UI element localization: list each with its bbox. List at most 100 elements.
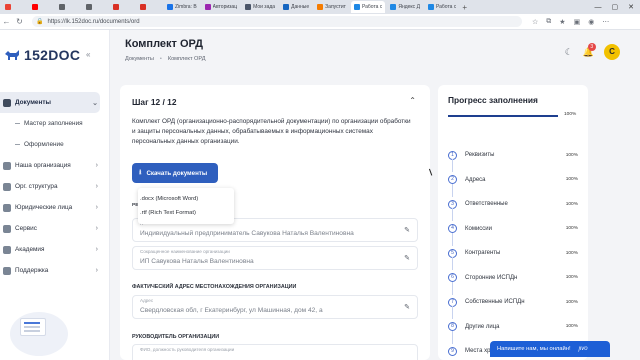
reload-icon[interactable]: ↻ <box>13 17 26 26</box>
breadcrumb-documents[interactable]: Документы <box>125 56 154 62</box>
tab-favicon-icon <box>140 4 146 10</box>
tab-label: Мои зада <box>253 4 276 10</box>
download-label: Скачать документы <box>146 169 208 177</box>
sidebar-item[interactable]: Академия › <box>0 239 100 260</box>
chat-widget[interactable]: Напишите нам, мы онлайн! jivo <box>490 341 610 357</box>
field-label: Адрес <box>140 298 154 303</box>
breadcrumb: Документы • Комплект ОРД <box>125 56 206 62</box>
favorites-icon[interactable]: ★ <box>559 18 565 26</box>
tab-favicon-icon <box>204 4 211 10</box>
progress-item-percent: 100% <box>565 152 578 158</box>
progress-item[interactable]: 7 Собственные ИСПДн 100% <box>448 290 578 319</box>
avatar[interactable]: С <box>604 44 620 60</box>
star-icon[interactable]: ☆ <box>532 18 538 26</box>
sidebar-item-label: Академия <box>15 246 45 253</box>
progress-item-percent: 100% <box>565 299 578 305</box>
tab-favicon-icon <box>390 4 397 10</box>
more-icon[interactable]: ⋯ <box>602 18 609 26</box>
address-field[interactable]: Адрес Свердловская обл, г Екатеринбург, … <box>132 295 418 319</box>
progress-item[interactable]: 1 Реквизиты 100% <box>448 143 578 172</box>
menu-item-rtf[interactable]: .rtf (Rich Text Format) <box>138 206 234 220</box>
menu-item-docx[interactable]: .docx (Microsoft Word) <box>138 192 234 206</box>
menu-icon <box>3 224 11 233</box>
sidebar-item[interactable]: Наша организация › <box>0 155 100 176</box>
sidebar-item[interactable]: Юридические лица › <box>0 197 100 218</box>
sidebar-item-label: Оформление <box>24 141 64 148</box>
chevron-right-icon: › <box>95 246 98 253</box>
sidebar-item[interactable]: Орг. структура › <box>0 176 100 197</box>
bell-icon[interactable]: 🔔 3 <box>583 42 596 58</box>
browser-tab[interactable]: Мои зада <box>242 1 278 13</box>
chevron-up-icon[interactable]: ⌃ <box>409 96 416 105</box>
sidebar-item-label: Поддержка <box>15 267 49 274</box>
sidebar-item[interactable]: Поддержка › <box>0 260 100 281</box>
progress-item-label: Адреса <box>465 176 486 183</box>
close-icon[interactable]: ✕ <box>628 3 634 11</box>
browser-tab[interactable]: Работа с <box>350 1 386 13</box>
browser-tab[interactable] <box>29 1 54 13</box>
progress-item[interactable]: 8 Другие лица 100% <box>448 315 578 343</box>
browser-tab[interactable] <box>137 1 162 13</box>
browser-tab[interactable] <box>56 1 81 13</box>
browser-tab[interactable]: Данные <box>280 1 312 13</box>
browser-tab[interactable]: Авторизац <box>202 1 240 13</box>
browser-tab[interactable]: Работа с <box>425 1 459 13</box>
window-controls: — ▢ ✕ <box>594 0 640 14</box>
maximize-icon[interactable]: ▢ <box>612 3 619 11</box>
progress-total: 100% <box>564 112 577 117</box>
progress-card: Прогресс заполнения 100% 1 Реквизиты 100% 2… <box>438 85 588 360</box>
pencil-icon[interactable]: ✎ <box>404 226 410 234</box>
step-number: 4 <box>448 224 457 234</box>
progress-item[interactable]: 4 Комиссии 100% <box>448 217 578 245</box>
back-icon[interactable]: ← <box>0 17 13 26</box>
progress-item[interactable]: 5 Контрагенты 100% <box>448 241 578 270</box>
browser-tab[interactable]: Запустит <box>314 1 349 13</box>
tab-label: Яндекс Д <box>398 4 420 10</box>
step-card: Шаг 12 / 12 ⌃ Комплект ОРД (организацион… <box>120 85 430 360</box>
sidebar-item[interactable]: Сервис › <box>0 218 100 239</box>
pencil-icon[interactable]: ✎ <box>404 303 410 311</box>
tab-label: Запустит <box>325 4 346 10</box>
progress-item[interactable]: 3 Ответственные 100% <box>448 192 578 221</box>
browser-tab[interactable]: Zimbra: В <box>164 1 200 13</box>
short-name-field[interactable]: Сокращенное наименование организации ИП … <box>132 246 418 270</box>
browser-tab[interactable]: Яндекс Д <box>387 1 423 13</box>
split-icon[interactable]: ⧉ <box>546 18 551 26</box>
tab-label: Авторизац <box>212 4 238 10</box>
progress-item[interactable]: 2 Адреса 100% <box>448 168 578 196</box>
sidebar-item-label: Сервис <box>15 225 37 232</box>
sidebar-item[interactable]: Оформление <box>0 134 100 155</box>
collapse-sidebar-icon[interactable]: « <box>86 50 90 59</box>
new-tab-button[interactable]: + <box>462 3 467 12</box>
sidebar-item-label: Мастер заполнения <box>24 120 83 127</box>
minimize-icon[interactable]: — <box>595 4 602 11</box>
browser-tab[interactable] <box>110 1 135 13</box>
sidebar-item[interactable]: Мастер заполнения <box>0 113 100 134</box>
page-title: Комплект ОРД <box>125 38 204 50</box>
profile-icon[interactable]: ◉ <box>588 18 594 26</box>
sidebar-item-label: Юридические лица <box>15 204 73 211</box>
sidebar-item[interactable]: Документы ⌄ <box>0 92 100 113</box>
head-field[interactable]: ФИО, должность руководителя организации <box>132 344 418 360</box>
download-documents-button[interactable]: ⭳ Скачать документы <box>132 163 218 183</box>
sub-item-marker <box>15 144 20 145</box>
collections-icon[interactable]: ▣ <box>574 18 581 26</box>
step-number: 7 <box>448 297 457 307</box>
progress-item-percent: 100% <box>565 177 578 183</box>
field-value: Свердловская обл, г Екатеринбург, ул Маш… <box>140 307 323 314</box>
progress-item-percent: 100% <box>565 201 578 207</box>
url-field[interactable]: 🔒 https://lk.152doc.ru/documents/ord <box>32 16 522 27</box>
field-value: Индивидуальный предприниматель Савукова … <box>140 230 354 237</box>
logo-text: 152DOC <box>24 47 81 63</box>
browser-tab[interactable] <box>83 1 108 13</box>
pencil-icon[interactable]: ✎ <box>404 254 410 262</box>
browser-tab[interactable] <box>2 1 27 13</box>
moon-icon[interactable]: ☾ <box>565 47 573 58</box>
step-number: 3 <box>448 199 457 209</box>
browser-tab-bar: Zimbra: В Авторизац Мои зада Данные Запустит… <box>0 0 640 14</box>
chat-label: Напишите нам, мы онлайн! <box>497 346 571 352</box>
logo[interactable]: 152DOC <box>4 47 80 63</box>
promo-illustration <box>10 312 68 356</box>
progress-item[interactable]: 6 Сторонние ИСПДн 100% <box>448 266 578 294</box>
progress-item-label: Комиссии <box>465 225 493 232</box>
